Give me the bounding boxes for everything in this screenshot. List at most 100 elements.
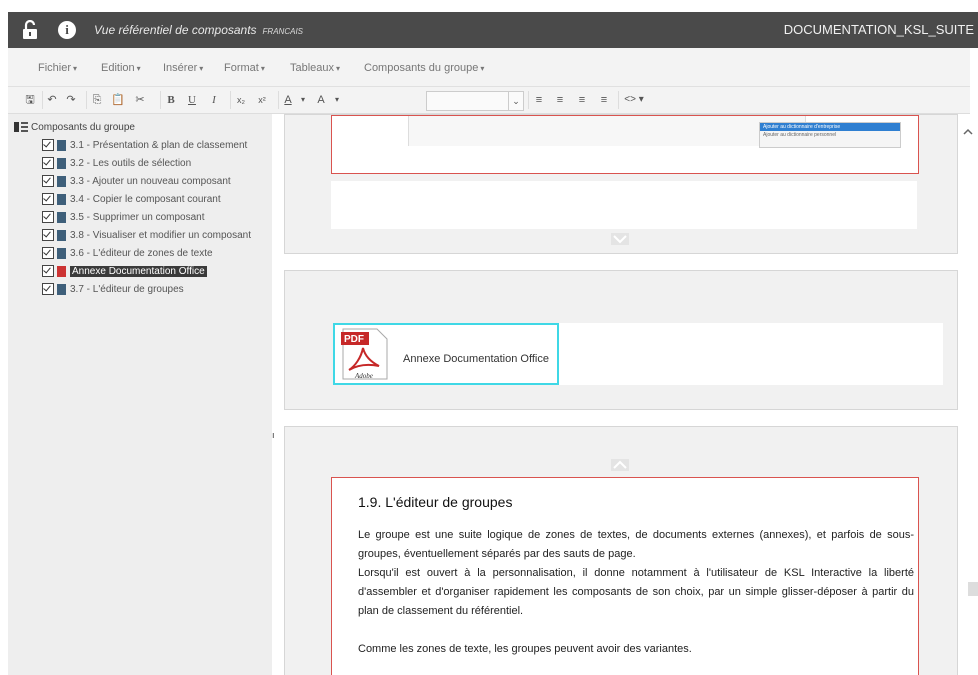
tree-root-label: Composants du groupe [31, 122, 135, 133]
style-select-chevron-icon[interactable]: ⌄ [508, 91, 524, 111]
tree-item-label: 3.5 - Supprimer un composant [70, 212, 205, 223]
menu-option: Ajouter au dictionnaire personnel [763, 132, 837, 138]
tree-item-label: Annexe Documentation Office [70, 266, 207, 277]
menu-composants-du-groupe[interactable]: Composants du groupe ▾ [364, 62, 484, 74]
align-left-icon[interactable]: ≡ [528, 91, 549, 109]
text-zone[interactable]: Ajouter au dictionnaire d'entreprise Ajo… [331, 115, 919, 174]
redo-icon[interactable]: ↷ [62, 91, 80, 109]
annex-label: Annexe Documentation Office [403, 353, 549, 365]
annex-item[interactable]: PDF Adobe Annexe Documentation Office [333, 323, 559, 385]
section-panel[interactable]: Ajouter au dictionnaire d'entreprise Ajo… [284, 114, 958, 254]
checkbox-icon[interactable] [42, 211, 54, 224]
vertical-scrollbar[interactable] [958, 114, 978, 675]
paragraph: Le groupe est une suite logique de zones… [358, 529, 914, 560]
tree-root[interactable]: Composants du groupe [14, 122, 135, 133]
section-panel[interactable]: 1.9. L'éditeur de groupes Le groupe est … [284, 426, 958, 675]
paragraph: Lorsqu'il est ouvert à la personnalisati… [358, 567, 914, 617]
menu-edition[interactable]: Edition ▾ [101, 62, 141, 74]
font-color-dropdown-icon[interactable]: ▾ [298, 91, 308, 109]
bold-button[interactable]: B [160, 91, 181, 109]
justify-icon[interactable]: ≡ [594, 91, 614, 109]
checkbox-icon[interactable] [42, 247, 54, 260]
blank-zone [331, 181, 917, 229]
group-icon [14, 122, 28, 133]
adobe-pdf-icon: PDF Adobe [341, 328, 388, 380]
view-title: Vue référentiel de composants FRANCAIS [94, 23, 303, 37]
tree-item[interactable]: 3.6 - L'éditeur de zones de texte [42, 246, 213, 262]
code-label: <> [624, 94, 636, 105]
panel-splitter[interactable]: ı [272, 114, 282, 675]
checkbox-icon[interactable] [42, 175, 54, 188]
scroll-up-icon[interactable] [962, 126, 974, 138]
menu-tableaux[interactable]: Tableaux ▾ [290, 62, 340, 74]
document-icon [57, 247, 66, 259]
cut-icon[interactable]: ✂ [130, 91, 150, 109]
tree-item[interactable]: 3.3 - Ajouter un nouveau composant [42, 174, 231, 190]
menu-fichier[interactable]: Fichier ▾ [38, 62, 77, 74]
text-zone[interactable]: 1.9. L'éditeur de groupes Le groupe est … [331, 477, 919, 675]
scrollbar-thumb[interactable] [968, 582, 978, 596]
document-name: DOCUMENTATION_KSL_SUITE [783, 22, 974, 37]
splitter-handle[interactable]: ı [272, 430, 275, 440]
tree-item-label: 3.8 - Visualiser et modifier un composan… [70, 230, 252, 241]
font-color-button[interactable]: A [278, 91, 297, 109]
pdf-file-icon [57, 265, 66, 277]
chevron-down-icon[interactable] [611, 233, 629, 245]
adobe-brand-text: Adobe [354, 372, 373, 380]
undo-icon[interactable]: ↶ [42, 91, 61, 109]
lock-open-icon[interactable] [22, 20, 38, 40]
superscript-button[interactable]: x² [252, 91, 272, 109]
tree-panel: Composants du groupe 3.1 - Présentation … [8, 114, 272, 675]
italic-button[interactable]: I [204, 91, 224, 109]
checkbox-icon[interactable] [42, 193, 54, 206]
save-icon[interactable]: 🖫 [22, 91, 38, 109]
section-heading: 1.9. L'éditeur de groupes [358, 494, 513, 510]
tree-item[interactable]: 3.2 - Les outils de sélection [42, 156, 191, 172]
document-icon [57, 157, 66, 169]
menu-bar: Fichier ▾ Edition ▾ Insérer ▾ Format ▾ Table… [8, 48, 970, 87]
style-select[interactable] [426, 91, 510, 111]
document-icon [57, 193, 66, 205]
copy-icon[interactable]: ⎘ [86, 91, 107, 109]
highlight-dropdown-icon[interactable]: ▾ [332, 91, 342, 109]
paragraph: Comme les zones de texte, les groupes pe… [358, 643, 692, 655]
tree-item-label: 3.4 - Copier le composant courant [70, 194, 221, 205]
checkbox-icon[interactable] [42, 265, 54, 278]
info-icon[interactable]: i [58, 21, 76, 39]
tree-item-label: 3.6 - L'éditeur de zones de texte [70, 248, 213, 259]
tree-item-label: 3.7 - L'éditeur de groupes [70, 284, 184, 295]
align-right-icon[interactable]: ≡ [572, 91, 592, 109]
tree-item[interactable]: 3.7 - L'éditeur de groupes [42, 282, 184, 298]
document-icon [57, 175, 66, 187]
checkbox-icon[interactable] [42, 229, 54, 242]
code-button[interactable]: <> ▾ [618, 91, 649, 109]
tree-item[interactable]: 3.5 - Supprimer un composant [42, 210, 205, 226]
view-title-text: Vue référentiel de composants [94, 23, 257, 37]
menu-inserer[interactable]: Insérer ▾ [163, 62, 203, 74]
pdf-badge-text: PDF [344, 334, 364, 345]
highlight-color-button[interactable]: A [312, 91, 330, 109]
align-center-icon[interactable]: ≡ [550, 91, 570, 109]
context-menu-preview: Ajouter au dictionnaire d'entreprise Ajo… [759, 122, 901, 148]
tree-item-selected[interactable]: Annexe Documentation Office [42, 264, 207, 280]
checkbox-icon[interactable] [42, 139, 54, 152]
tree-item[interactable]: 3.1 - Présentation & plan de classement [42, 138, 247, 154]
checkbox-icon[interactable] [42, 157, 54, 170]
menu-format[interactable]: Format ▾ [224, 62, 265, 74]
checkbox-icon[interactable] [42, 283, 54, 296]
screenshot-image: Ajouter au dictionnaire d'entreprise Ajo… [408, 116, 901, 148]
annex-panel[interactable]: PDF Adobe Annexe Documentation Office [284, 270, 958, 410]
menu-option-highlighted: Ajouter au dictionnaire d'entreprise [760, 123, 900, 131]
tree-item[interactable]: 3.8 - Visualiser et modifier un composan… [42, 228, 251, 244]
subscript-button[interactable]: x₂ [230, 91, 251, 109]
tree-item[interactable]: 3.4 - Copier le composant courant [42, 192, 221, 208]
document-icon [57, 283, 66, 295]
document-icon [57, 211, 66, 223]
underline-button[interactable]: U [182, 91, 202, 109]
language-indicator[interactable]: FRANCAIS [263, 27, 303, 36]
tree-item-label: 3.3 - Ajouter un nouveau composant [70, 176, 231, 187]
chevron-up-icon[interactable] [611, 459, 629, 471]
tree-item-label: 3.1 - Présentation & plan de classement [70, 140, 248, 151]
document-view: Ajouter au dictionnaire d'entreprise Ajo… [282, 114, 958, 675]
paste-icon[interactable]: 📋 [108, 91, 128, 109]
